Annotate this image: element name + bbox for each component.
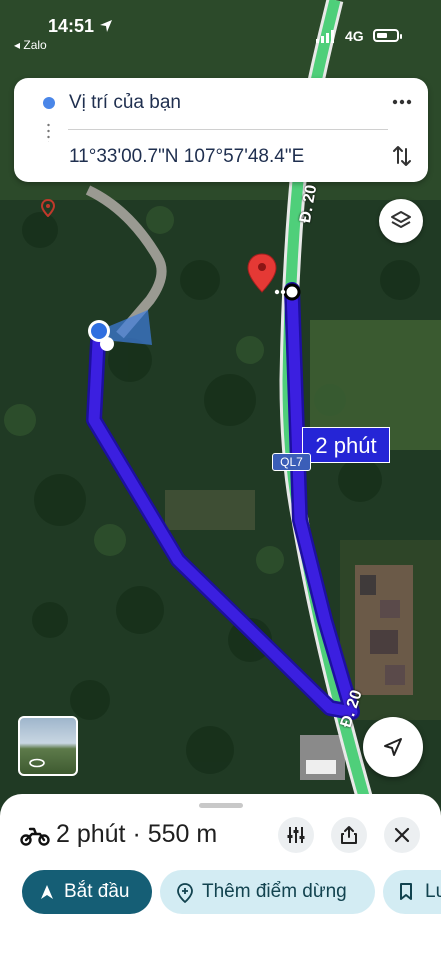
- directions-sheet: 2 phút · 550 m Bắt đầu Thêm điểm dừng L: [0, 794, 441, 960]
- route-duration-label[interactable]: 2 phút: [302, 427, 390, 463]
- layers-button[interactable]: [379, 199, 423, 243]
- location-arrow-icon: [100, 20, 112, 32]
- add-stop-label: Thêm điểm dừng: [202, 881, 347, 902]
- battery-icon: [373, 29, 402, 42]
- divider: [68, 129, 388, 130]
- layers-icon: [391, 211, 411, 228]
- close-button[interactable]: [384, 817, 420, 853]
- destination-label[interactable]: 11°33'00.7"N 107°57'48.4"E: [69, 146, 304, 168]
- phone-screen: 14:51 ◂ Zalo 4G Vị trí của bạn 11°33'00.…: [0, 0, 441, 960]
- destination-pin-icon: [41, 199, 55, 217]
- start-arrow-icon: [41, 885, 53, 899]
- status-bar: 14:51 ◂ Zalo 4G: [0, 0, 441, 56]
- origin-label[interactable]: Vị trí của bạn: [69, 92, 181, 114]
- route-card: Vị trí của bạn 11°33'00.7"N 107°57'48.4"…: [14, 78, 428, 217]
- swap-icon[interactable]: [390, 144, 414, 168]
- status-time: 14:51: [48, 16, 95, 36]
- street-view-thumbnail[interactable]: [18, 716, 78, 776]
- motorbike-icon: [20, 827, 50, 846]
- my-location-button[interactable]: [363, 717, 423, 777]
- destination-row[interactable]: 11°33'00.7"N 107°57'48.4"E: [14, 132, 428, 217]
- start-button[interactable]: Bắt đầu: [22, 870, 152, 914]
- add-location-icon: [177, 883, 193, 903]
- route-options-button[interactable]: [278, 817, 314, 853]
- navigation-arrow-icon: [384, 738, 402, 756]
- share-button[interactable]: [331, 817, 367, 853]
- back-to-app-link[interactable]: ◂ Zalo: [14, 38, 47, 52]
- close-icon: [394, 827, 410, 843]
- origin-dot-icon: [43, 97, 55, 109]
- start-button-label: Bắt đầu: [64, 881, 130, 902]
- add-stop-button[interactable]: Thêm điểm dừng: [160, 870, 375, 914]
- road-badge: QL7: [272, 453, 311, 471]
- signal-icon: [316, 30, 334, 43]
- save-button[interactable]: Lưu: [383, 870, 441, 914]
- share-icon: [341, 826, 357, 844]
- bookmark-icon: [400, 883, 412, 900]
- route-summary: 2 phút · 550 m: [56, 820, 218, 848]
- save-label: Lưu: [425, 881, 441, 902]
- network-type: 4G: [345, 28, 364, 44]
- sliders-icon: [287, 827, 305, 843]
- origin-row[interactable]: Vị trí của bạn: [14, 78, 428, 128]
- more-options-icon[interactable]: [390, 90, 414, 114]
- rotate-view-icon: [29, 758, 45, 768]
- sheet-drag-handle[interactable]: [199, 803, 243, 808]
